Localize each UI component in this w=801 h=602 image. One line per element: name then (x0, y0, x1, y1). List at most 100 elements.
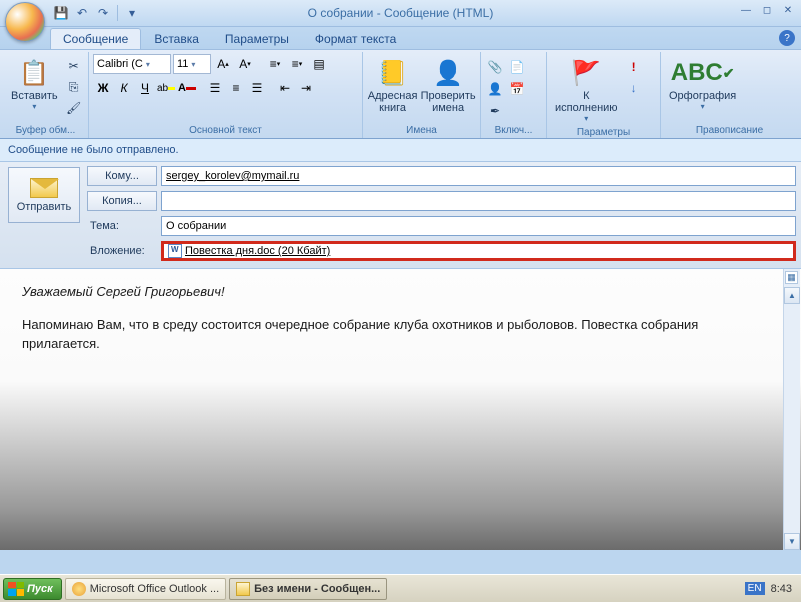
group-proofing: ABC✔ Орфография ▾ Правописание (661, 52, 798, 138)
language-indicator[interactable]: EN (745, 582, 765, 595)
attachment-field[interactable]: Повестка дня.doc (20 Кбайт) (161, 241, 796, 261)
scroll-up-icon[interactable]: ▲ (784, 287, 800, 304)
taskbar: Пуск Microsoft Office Outlook ... Без им… (0, 574, 801, 602)
close-button[interactable]: ✕ (779, 3, 797, 17)
message-body-area: Уважаемый Сергей Григорьевич! Напоминаю … (0, 269, 801, 550)
qat-separator (117, 5, 118, 21)
outlook-icon (72, 582, 86, 596)
ruler-toggle-icon[interactable]: ▦ (785, 271, 798, 284)
group-proofing-label: Правописание (665, 124, 794, 138)
follow-up-button[interactable]: 🚩 К исполнению ▾ (551, 54, 622, 126)
windows-logo-icon (8, 582, 24, 596)
redo-icon[interactable]: ↷ (94, 4, 112, 22)
group-include: 📎 📄 👤 📅 ✒ Включ... (481, 52, 547, 138)
numbering-icon[interactable]: ≡▾ (287, 54, 307, 74)
attach-file-icon[interactable]: 📎 (485, 57, 505, 77)
grow-font-icon[interactable]: A▴ (213, 54, 233, 74)
maximize-button[interactable]: ◻ (758, 3, 776, 17)
ribbon: 📋 Вставить ▾ ✂ ⎘ 🖌 Буфер обм... Calibri … (0, 49, 801, 139)
envelope-icon (30, 178, 58, 198)
group-names: 📒 Адресная книга 👤 Проверить имена Имена (363, 52, 481, 138)
taskbar-item-outlook[interactable]: Microsoft Office Outlook ... (65, 578, 226, 600)
taskbar-item-message[interactable]: Без имени - Сообщен... (229, 578, 387, 600)
cc-field[interactable] (161, 191, 796, 211)
italic-button[interactable]: К (114, 78, 134, 98)
qat-dropdown-icon[interactable]: ▾ (123, 4, 141, 22)
align-right-icon[interactable]: ☰ (247, 78, 267, 98)
font-name-combo[interactable]: Calibri (С▾ (93, 54, 171, 74)
tab-format[interactable]: Формат текста (302, 28, 409, 49)
help-icon[interactable]: ? (779, 30, 795, 46)
align-left-icon[interactable]: ☰ (205, 78, 225, 98)
send-button[interactable]: Отправить (8, 167, 80, 223)
attachment-chip[interactable]: Повестка дня.doc (20 Кбайт) (168, 244, 330, 258)
start-button[interactable]: Пуск (3, 578, 62, 600)
titlebar: 💾 ↶ ↷ ▾ О собрании - Сообщение (HTML) — … (0, 0, 801, 27)
message-header: Отправить Кому... sergey_korolev@mymail.… (0, 162, 801, 269)
shrink-font-icon[interactable]: A▾ (235, 54, 255, 74)
address-book-button[interactable]: 📒 Адресная книга (367, 54, 418, 117)
word-doc-icon (168, 244, 182, 258)
clock: 8:43 (771, 583, 792, 595)
high-importance-icon[interactable]: ! (624, 57, 644, 77)
signature-icon[interactable]: ✒ (485, 101, 505, 121)
group-basic-text-label: Основной текст (93, 124, 358, 138)
office-button[interactable] (5, 2, 45, 42)
subject-label: Тема: (87, 220, 157, 232)
to-field[interactable]: sergey_korolev@mymail.ru (161, 166, 796, 186)
cc-button[interactable]: Копия... (87, 191, 157, 211)
subject-field[interactable]: О собрании (161, 216, 796, 236)
check-names-button[interactable]: 👤 Проверить имена (420, 54, 476, 117)
font-size-combo[interactable]: 11▾ (173, 54, 211, 74)
group-options-label: Параметры (551, 126, 656, 140)
to-button[interactable]: Кому... (87, 166, 157, 186)
font-color-button[interactable]: A (177, 78, 197, 98)
bold-button[interactable]: Ж (93, 78, 113, 98)
increase-indent-icon[interactable]: ⇥ (296, 78, 316, 98)
business-card-icon[interactable]: 👤 (485, 79, 505, 99)
ribbon-tabs: Сообщение Вставка Параметры Формат текст… (0, 27, 801, 49)
taskbar-item-label: Microsoft Office Outlook ... (90, 583, 219, 595)
follow-up-label: К исполнению (555, 90, 618, 114)
spelling-button[interactable]: ABC✔ Орфография ▾ (665, 54, 740, 114)
check-names-label: Проверить имена (421, 90, 476, 114)
save-icon[interactable]: 💾 (52, 4, 70, 22)
message-body[interactable]: Уважаемый Сергей Григорьевич! Напоминаю … (0, 269, 801, 550)
bullets-icon[interactable]: ≡▾ (265, 54, 285, 74)
spellcheck-icon: ABC✔ (687, 57, 719, 89)
format-painter-icon[interactable]: 🖌 (64, 98, 84, 118)
info-bar: Сообщение не было отправлено. (0, 139, 801, 162)
calendar-icon[interactable]: 📅 (507, 79, 527, 99)
send-label: Отправить (17, 201, 72, 213)
minimize-button[interactable]: — (737, 3, 755, 17)
body-greeting: Уважаемый Сергей Григорьевич! (22, 283, 779, 302)
cut-icon[interactable]: ✂ (64, 56, 84, 76)
undo-icon[interactable]: ↶ (73, 4, 91, 22)
align-center-icon[interactable]: ≡ (226, 78, 246, 98)
address-book-icon: 📒 (377, 57, 409, 89)
paste-label: Вставить (11, 90, 58, 102)
highlight-button[interactable]: ab (156, 78, 176, 98)
attach-item-icon[interactable]: 📄 (507, 57, 527, 77)
group-names-label: Имена (367, 124, 476, 138)
flag-icon: 🚩 (570, 57, 602, 89)
group-clipboard-label: Буфер обм... (7, 124, 84, 138)
send-panel: Отправить (5, 165, 83, 262)
group-basic-text: Calibri (С▾ 11▾ A▴ A▾ ≡▾ ≡▾ ▤ Ж К Ч ab A… (89, 52, 363, 138)
paste-button[interactable]: 📋 Вставить ▾ (7, 54, 62, 114)
check-names-icon: 👤 (432, 57, 464, 89)
scroll-down-icon[interactable]: ▼ (784, 533, 800, 550)
low-importance-icon[interactable]: ↓ (624, 78, 644, 98)
copy-icon[interactable]: ⎘ (64, 77, 84, 97)
underline-button[interactable]: Ч (135, 78, 155, 98)
attachment-name: Повестка дня.doc (20 Кбайт) (185, 245, 330, 257)
body-paragraph: Напоминаю Вам, что в среду состоится оче… (22, 316, 779, 354)
multilevel-icon[interactable]: ▤ (309, 54, 329, 74)
tab-insert[interactable]: Вставка (141, 28, 212, 49)
tab-options[interactable]: Параметры (212, 28, 302, 49)
group-clipboard: 📋 Вставить ▾ ✂ ⎘ 🖌 Буфер обм... (3, 52, 89, 138)
taskbar-item-label: Без имени - Сообщен... (254, 583, 380, 595)
decrease-indent-icon[interactable]: ⇤ (275, 78, 295, 98)
vertical-scrollbar[interactable]: ▦ ▲ ▼ (783, 269, 800, 550)
tab-message[interactable]: Сообщение (50, 28, 141, 49)
